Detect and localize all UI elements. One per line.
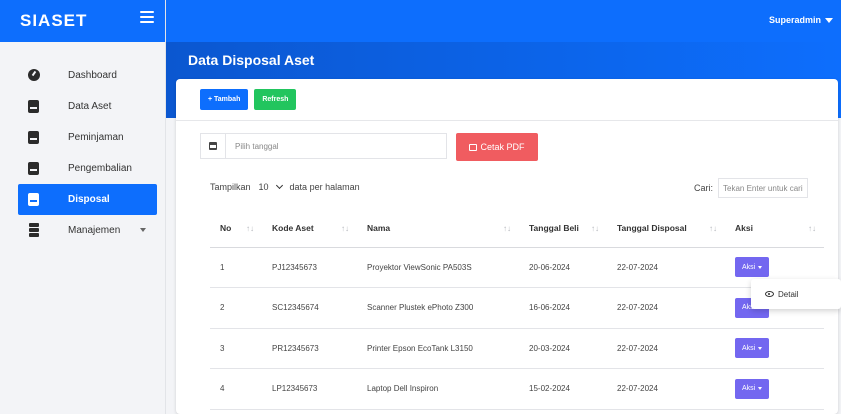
book-icon — [28, 193, 39, 206]
cell-nama: Proyektor ViewSonic PA503S — [357, 247, 519, 288]
book-icon — [28, 100, 39, 113]
sort-icon: ↑↓ — [503, 224, 511, 233]
layers-icon — [28, 223, 40, 237]
dashboard-icon — [28, 69, 40, 81]
sidebar-item-pengembalian[interactable]: Pengembalian — [18, 153, 157, 184]
disposal-table: No ↑↓ Kode Aset ↑↓ Nama ↑↓ Tanggal Beli ↑↓ T… — [210, 210, 824, 410]
cell-nama: Scanner Plustek ePhoto Z300 — [357, 287, 519, 329]
column-header-tanggal-beli[interactable]: Tanggal Beli ↑↓ — [519, 210, 607, 248]
print-icon — [469, 143, 478, 151]
sidebar-nav: Dashboard Data Aset Peminjaman Pengembal… — [0, 42, 165, 246]
user-menu[interactable]: Superadmin — [769, 15, 833, 25]
sidebar-item-disposal[interactable]: Disposal — [18, 184, 157, 215]
cell-no: 4 — [210, 368, 262, 410]
card-toolbar: + Tambah Refresh — [176, 79, 838, 121]
search-input[interactable]: Tekan Enter untuk cari — [718, 178, 809, 198]
caret-down-icon — [758, 387, 763, 391]
sidebar: SIASET Dashboard Data Aset Peminjaman Pe… — [0, 0, 166, 414]
sidebar-item-label: Pengembalian — [68, 163, 132, 174]
sidebar-item-label: Manajemen — [68, 225, 121, 236]
cell-no: 1 — [210, 247, 262, 288]
table-row: 1 PJ12345673 Proyektor ViewSonic PA503S … — [210, 247, 824, 288]
print-pdf-button[interactable]: Cetak PDF — [456, 133, 538, 161]
sidebar-item-data-aset[interactable]: Data Aset — [18, 91, 157, 122]
cell-beli: 20-03-2024 — [519, 328, 607, 369]
cell-beli: 16-06-2024 — [519, 287, 607, 329]
cell-no: 3 — [210, 328, 262, 369]
chevron-down-icon — [140, 228, 146, 232]
table-row: 4 LP12345673 Laptop Dell Inspiron 15-02-… — [210, 368, 824, 410]
table-row: 3 PR12345673 Printer Epson EcoTank L3150… — [210, 328, 824, 369]
caret-down-icon — [825, 17, 833, 23]
sidebar-item-manajemen[interactable]: Manajemen — [18, 215, 157, 246]
date-filter[interactable]: Pilih tanggal — [200, 133, 447, 159]
sidebar-item-peminjaman[interactable]: Peminjaman — [18, 122, 157, 153]
show-label: Tampilkan — [210, 182, 251, 192]
user-name: Superadmin — [768, 15, 821, 25]
sidebar-item-label: Disposal — [68, 194, 110, 205]
book-icon — [28, 131, 39, 144]
sort-icon: ↑↓ — [808, 224, 816, 233]
cell-kode: LP12345673 — [262, 368, 357, 410]
action-dropdown-button[interactable]: Aksi — [735, 257, 770, 278]
cell-kode: PR12345673 — [262, 328, 357, 369]
chevron-down-icon — [275, 181, 283, 190]
per-page-label: data per halaman — [289, 182, 360, 192]
page-title: Data Disposal Aset — [188, 52, 315, 68]
sidebar-item-label: Peminjaman — [68, 132, 124, 143]
caret-down-icon — [758, 346, 763, 350]
cell-disposal: 22-07-2024 — [607, 328, 725, 369]
caret-down-icon — [758, 265, 763, 269]
column-header-aksi[interactable]: Aksi ↑↓ — [725, 210, 824, 248]
action-dropdown-button[interactable]: Aksi — [735, 378, 770, 399]
cell-kode: SC12345674 — [262, 287, 357, 329]
content-card: + Tambah Refresh Pilih tanggal Cetak PDF… — [176, 79, 838, 414]
sort-icon: ↑↓ — [246, 224, 254, 233]
sidebar-item-label: Dashboard — [68, 70, 117, 81]
action-dropdown-button[interactable]: Aksi — [735, 338, 770, 359]
page-size-select[interactable]: 10 — [255, 181, 286, 192]
sort-icon: ↑↓ — [341, 224, 349, 233]
hamburger-menu-icon[interactable] — [140, 11, 154, 23]
search-label: Cari: — [694, 183, 714, 193]
top-bar: Superadmin — [166, 0, 841, 42]
cell-aksi: Aksi — [725, 328, 824, 369]
cell-kode: PJ12345673 — [262, 247, 357, 288]
cell-nama: Printer Epson EcoTank L3150 — [357, 328, 519, 369]
column-header-tanggal-disposal[interactable]: Tanggal Disposal ↑↓ — [607, 210, 725, 248]
brand: SIASET — [0, 0, 165, 42]
cell-disposal: 22-07-2024 — [607, 287, 725, 329]
table-header-row: No ↑↓ Kode Aset ↑↓ Nama ↑↓ Tanggal Beli ↑↓ T… — [210, 210, 824, 248]
cell-disposal: 22-07-2024 — [607, 368, 725, 410]
sidebar-item-dashboard[interactable]: Dashboard — [18, 60, 157, 91]
book-icon — [28, 162, 39, 175]
cell-beli: 15-02-2024 — [519, 368, 607, 410]
refresh-button[interactable]: Refresh — [254, 89, 297, 110]
cell-aksi: Aksi — [725, 368, 824, 410]
action-dropdown-menu: Detail — [751, 279, 841, 309]
page-size-value: 10 — [258, 182, 269, 192]
sidebar-item-label: Data Aset — [68, 101, 112, 112]
cell-beli: 20-06-2024 — [519, 247, 607, 288]
table-row: 2 SC12345674 Scanner Plustek ePhoto Z300… — [210, 287, 824, 329]
sort-icon: ↑↓ — [591, 224, 599, 233]
brand-name: SIASET — [20, 11, 88, 30]
cell-disposal: 22-07-2024 — [607, 247, 725, 288]
cell-nama: Laptop Dell Inspiron — [357, 368, 519, 410]
calendar-icon — [201, 134, 226, 158]
print-pdf-label: Cetak PDF — [480, 142, 525, 152]
column-header-no[interactable]: No ↑↓ — [210, 210, 262, 248]
sort-icon: ↑↓ — [709, 224, 717, 233]
add-button[interactable]: + Tambah — [200, 89, 249, 110]
eye-icon — [765, 291, 774, 297]
column-header-nama[interactable]: Nama ↑↓ — [357, 210, 519, 248]
date-input[interactable]: Pilih tanggal — [226, 134, 279, 158]
table-search: Cari: Tekan Enter untuk cari — [694, 178, 809, 198]
detail-menu-item[interactable]: Detail — [778, 290, 798, 299]
column-header-kode[interactable]: Kode Aset ↑↓ — [262, 210, 357, 248]
cell-no: 2 — [210, 287, 262, 329]
page-length-control: Tampilkan 10 data per halaman — [210, 181, 360, 192]
